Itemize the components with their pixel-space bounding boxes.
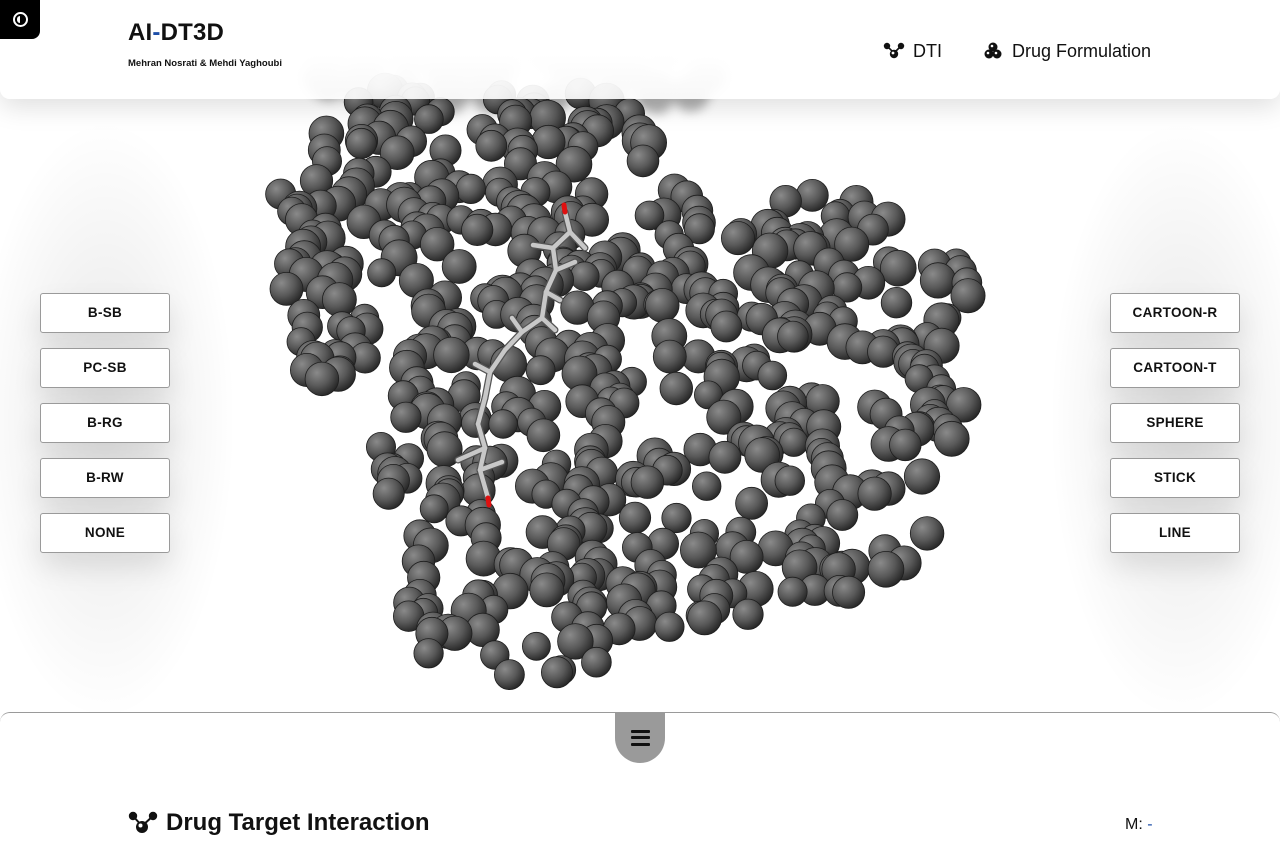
protein-atom (304, 361, 340, 397)
protein-atom (779, 427, 809, 457)
protein-atom (867, 550, 905, 588)
protein-spheres (265, 72, 986, 690)
ligand-bond (485, 495, 492, 508)
nav-drug-formulation-label: Drug Formulation (1012, 40, 1152, 61)
protein-atom (933, 420, 970, 457)
theme-toggle-button[interactable] (0, 0, 40, 39)
protein-atom (795, 178, 829, 212)
hamburger-icon (630, 729, 650, 746)
cartoon-r-button[interactable]: CARTOON-R (1110, 293, 1240, 333)
nav-dti-label: DTI (913, 40, 942, 61)
b-rg-button[interactable]: B-RG (40, 403, 170, 443)
protein-atom (390, 401, 422, 433)
ligand-bond (561, 202, 568, 215)
protein-atom (618, 501, 652, 534)
molecule-icon (128, 811, 158, 833)
section-title: Drug Target Interaction (166, 809, 430, 836)
protein-atom (735, 486, 768, 520)
stick-button[interactable]: STICK (1110, 458, 1240, 498)
protein-atom (493, 659, 525, 690)
protein-atom (581, 646, 612, 678)
none-button[interactable]: NONE (40, 513, 170, 553)
protein-atom (889, 428, 922, 462)
protein-atom (721, 221, 756, 256)
protein-atom (526, 418, 561, 453)
protein-atom (475, 129, 508, 162)
bottom-panel: Drug Target Interaction M: - (0, 712, 1280, 862)
protein-atom (880, 287, 913, 319)
protein-atom (710, 310, 743, 343)
protein-atom (687, 600, 722, 636)
protein-atom (692, 471, 722, 501)
protein-atom (461, 213, 494, 246)
protein-atom (413, 638, 444, 669)
protein-atom (541, 656, 574, 689)
metric-readout: M: - (1125, 816, 1153, 834)
protein-atom (433, 336, 470, 374)
section-header: Drug Target Interaction (128, 809, 430, 837)
b-rw-button[interactable]: B-RW (40, 458, 170, 498)
protein-atom (708, 440, 742, 474)
protein-atom (419, 494, 449, 524)
protein-atom (525, 355, 556, 386)
header-bar: AI-DT3D Mehran Nosrati & Mehdi Yaghoubi … (0, 0, 1280, 99)
protein-atom (372, 477, 405, 510)
protein-atom (919, 262, 957, 299)
protein-atom (909, 516, 945, 551)
protein-atom (626, 144, 660, 178)
protein-atom (903, 458, 941, 495)
line-button[interactable]: LINE (1110, 513, 1240, 553)
protein-atom (777, 320, 809, 353)
protein-atom (857, 476, 892, 511)
nav-drug-formulation[interactable]: Drug Formulation (984, 38, 1151, 64)
protein-atom (826, 499, 859, 531)
sphere-button[interactable]: SPHERE (1110, 403, 1240, 443)
nav-dti[interactable]: DTI (883, 38, 942, 64)
protein-atom (441, 249, 477, 284)
protein-atom (522, 631, 551, 661)
protein-atom (529, 572, 565, 608)
molecule-icon (883, 42, 905, 59)
protein-atom (777, 576, 808, 607)
menu-toggle-button[interactable] (615, 712, 665, 763)
protein-atom (644, 287, 680, 323)
pc-sb-button[interactable]: PC-SB (40, 348, 170, 388)
protein-atom (345, 127, 377, 159)
contrast-icon (12, 12, 28, 27)
protein-atom (774, 465, 806, 496)
ligand-bond (550, 245, 559, 273)
protein-atom (630, 465, 665, 499)
ligand-bond (530, 242, 556, 251)
protein-atom (757, 360, 788, 391)
metric-value: - (1147, 816, 1153, 833)
protein-atom (652, 339, 687, 374)
protein-atom (321, 282, 357, 318)
b-sb-button[interactable]: B-SB (40, 293, 170, 333)
metric-label: M: (1125, 816, 1143, 833)
protein-atom (879, 249, 917, 287)
protein-atom (367, 258, 397, 288)
authors-subtitle: Mehran Nosrati & Mehdi Yaghoubi (128, 58, 282, 69)
protein-atom (654, 611, 685, 642)
protein-atom (832, 575, 866, 609)
protein-atom (569, 261, 600, 292)
app-title: AI-DT3D (128, 19, 225, 46)
protein-atom (732, 598, 764, 630)
protein-atom (455, 173, 486, 204)
protein-atom (659, 371, 693, 406)
protein-atom (488, 409, 518, 439)
cartoon-t-button[interactable]: CARTOON-T (1110, 348, 1240, 388)
molecule-cluster-icon (984, 42, 1002, 59)
